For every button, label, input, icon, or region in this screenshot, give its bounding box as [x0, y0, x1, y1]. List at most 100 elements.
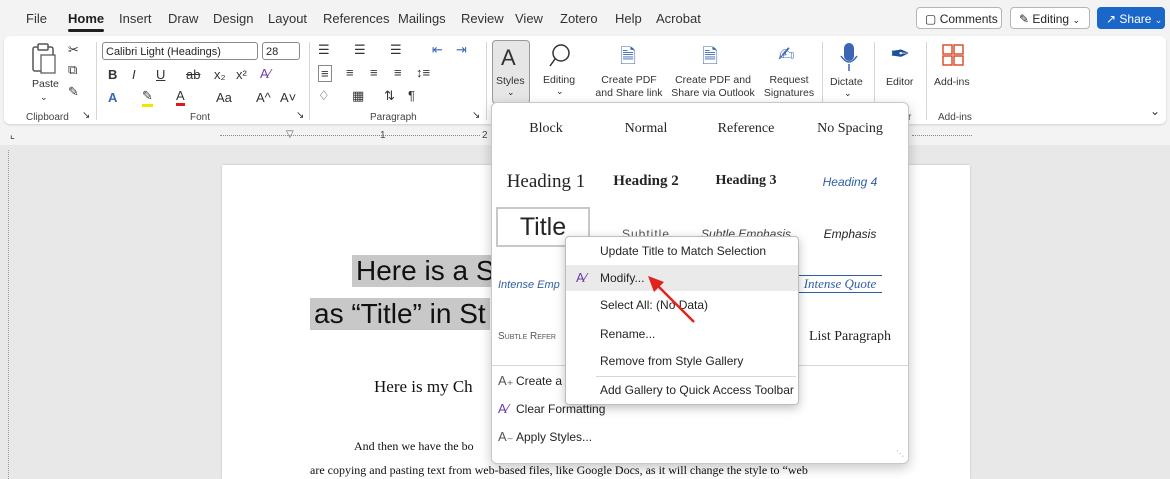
- sort-icon[interactable]: ⇅: [384, 88, 395, 104]
- font-size-combo[interactable]: 28: [262, 42, 300, 60]
- chevron-down-icon[interactable]: ⌄: [40, 92, 48, 103]
- tab-design[interactable]: Design: [213, 11, 253, 26]
- menu-item-label: Update Title to Match Selection: [600, 244, 767, 258]
- apply-styles-item[interactable]: A₋ Apply Styles...: [498, 429, 592, 445]
- create-style-item[interactable]: A₊ Create a: [498, 373, 562, 389]
- style-list-paragraph[interactable]: List Paragraph: [798, 329, 902, 345]
- style-heading-4[interactable]: Heading 4: [798, 175, 902, 189]
- font-color-button[interactable]: A: [176, 88, 185, 106]
- tab-references[interactable]: References: [323, 11, 389, 26]
- text-effects-button[interactable]: A: [108, 90, 117, 105]
- numbering-icon[interactable]: ☰: [354, 42, 366, 58]
- italic-button[interactable]: I: [132, 67, 136, 82]
- body-line-2[interactable]: are copying and pasting text from web-ba…: [310, 463, 808, 478]
- menu-item-remove-from-gallery[interactable]: Remove from Style Gallery: [566, 348, 798, 374]
- format-painter-icon[interactable]: ✎: [68, 84, 79, 100]
- ruler-ticks: [912, 135, 972, 137]
- style-heading-1[interactable]: Heading 1: [498, 171, 594, 193]
- modify-style-icon: A⁄: [576, 270, 587, 285]
- tab-review[interactable]: Review: [461, 11, 504, 26]
- style-normal[interactable]: Normal: [598, 121, 694, 137]
- style-emphasis[interactable]: Emphasis: [798, 227, 902, 241]
- resize-grip-icon[interactable]: ⋱: [896, 449, 904, 458]
- create-style-icon: A₊: [498, 373, 514, 388]
- editor-button[interactable]: ✒ Editor: [882, 40, 922, 104]
- borders-icon[interactable]: ▦: [352, 88, 364, 104]
- align-left-icon[interactable]: ≡: [318, 65, 332, 82]
- request-signatures-button[interactable]: ✍ Request Signatures: [760, 40, 818, 104]
- style-intense-quote[interactable]: Intense Quote: [798, 275, 882, 293]
- clear-formatting-icon: A⁄: [498, 401, 509, 416]
- styles-button[interactable]: A Styles ⌄: [492, 40, 530, 104]
- collapse-ribbon-icon[interactable]: ⌄: [1150, 104, 1160, 118]
- cut-icon[interactable]: ✂: [68, 42, 79, 58]
- shading-icon[interactable]: ♢: [318, 88, 330, 104]
- annotation-arrow: [648, 276, 695, 323]
- style-heading-3[interactable]: Heading 3: [698, 173, 794, 189]
- line-spacing-icon[interactable]: ↕≡: [416, 65, 430, 80]
- subscript-button[interactable]: x₂: [214, 67, 226, 82]
- copy-icon[interactable]: ⧉: [68, 62, 77, 78]
- style-block[interactable]: Block: [498, 121, 594, 137]
- superscript-button[interactable]: x²: [236, 67, 247, 82]
- create-pdf-share-link-button[interactable]: 🗎 Create PDF and Share link: [594, 40, 664, 104]
- dictate-button[interactable]: Dictate ⌄: [828, 40, 868, 104]
- title-line-1[interactable]: Here is a S: [352, 255, 499, 287]
- indent-marker-icon[interactable]: ▽: [286, 129, 294, 140]
- bold-button[interactable]: B: [108, 67, 117, 82]
- tab-acrobat[interactable]: Acrobat: [656, 11, 701, 26]
- increase-indent-icon[interactable]: ⇥: [456, 42, 467, 58]
- paste-button[interactable]: [28, 42, 62, 76]
- tab-view[interactable]: View: [515, 11, 543, 26]
- text-effects-icon[interactable]: A⁄: [260, 66, 271, 81]
- tab-help[interactable]: Help: [615, 11, 642, 26]
- create-style-label: Create a: [516, 374, 563, 388]
- font-name-combo[interactable]: Calibri Light (Headings): [102, 42, 258, 60]
- dialog-launcher-icon[interactable]: ↘: [296, 110, 304, 121]
- share-button[interactable]: ↗ Share ⌄: [1097, 7, 1165, 29]
- tab-insert[interactable]: Insert: [119, 11, 152, 26]
- style-no-spacing[interactable]: No Spacing: [798, 121, 902, 137]
- menu-item-update-title[interactable]: Update Title to Match Selection: [566, 238, 798, 264]
- strikethrough-button[interactable]: ab: [186, 67, 200, 82]
- tab-zotero[interactable]: Zotero: [560, 11, 598, 26]
- clipboard-group-label: Clipboard: [26, 112, 69, 123]
- style-intense-emphasis[interactable]: Intense Emp: [498, 279, 560, 291]
- comments-button[interactable]: ▢ Comments: [916, 7, 1002, 29]
- style-heading-2[interactable]: Heading 2: [598, 173, 694, 190]
- justify-icon[interactable]: ≡: [394, 65, 402, 80]
- align-right-icon[interactable]: ≡: [370, 65, 378, 80]
- menu-item-add-gallery-qat[interactable]: Add Gallery to Quick Access Toolbar: [566, 377, 798, 403]
- menu-item-label: Remove from Style Gallery: [600, 354, 744, 368]
- dialog-launcher-icon[interactable]: ↘: [82, 110, 90, 121]
- tab-file[interactable]: File: [26, 11, 47, 26]
- dialog-launcher-icon[interactable]: ↘: [472, 110, 480, 121]
- subtitle-text[interactable]: Here is my Ch: [374, 377, 473, 397]
- bullets-icon[interactable]: ☰: [318, 42, 330, 58]
- grow-font-button[interactable]: A^: [256, 90, 271, 105]
- title-line-2[interactable]: as “Title” in St: [310, 298, 490, 330]
- underline-button[interactable]: U: [156, 67, 165, 82]
- create-pdf-outlook-button[interactable]: 🗎 Create PDF and Share via Outlook: [670, 40, 756, 104]
- tab-selector-icon[interactable]: ⌞: [10, 130, 15, 141]
- tab-mailings[interactable]: Mailings: [398, 11, 446, 26]
- font-group-label: Font: [190, 112, 211, 123]
- decrease-indent-icon[interactable]: ⇤: [432, 42, 443, 58]
- shrink-font-button[interactable]: A˅: [280, 90, 296, 105]
- show-formatting-icon[interactable]: ¶: [408, 88, 415, 103]
- change-case-button[interactable]: Aa: [216, 90, 232, 105]
- style-subtle-reference[interactable]: Subtle Refer: [498, 331, 556, 342]
- highlight-color-icon[interactable]: ✎: [142, 88, 153, 107]
- editing-button[interactable]: Editing ⌄: [538, 40, 582, 102]
- menu-item-label: Modify...: [600, 271, 645, 285]
- body-line-1[interactable]: And then we have the bo: [354, 439, 474, 454]
- chevron-down-icon: ⌄: [844, 88, 852, 98]
- multilevel-list-icon[interactable]: ☰: [390, 42, 402, 58]
- addins-button[interactable]: Add-ins: [932, 40, 974, 104]
- align-center-icon[interactable]: ≡: [346, 65, 354, 80]
- tab-home[interactable]: Home: [68, 11, 105, 32]
- style-reference[interactable]: Reference: [698, 121, 794, 137]
- editing-mode-button[interactable]: ✎ Editing ⌄: [1010, 7, 1090, 29]
- tab-layout[interactable]: Layout: [268, 11, 307, 26]
- tab-draw[interactable]: Draw: [168, 11, 198, 26]
